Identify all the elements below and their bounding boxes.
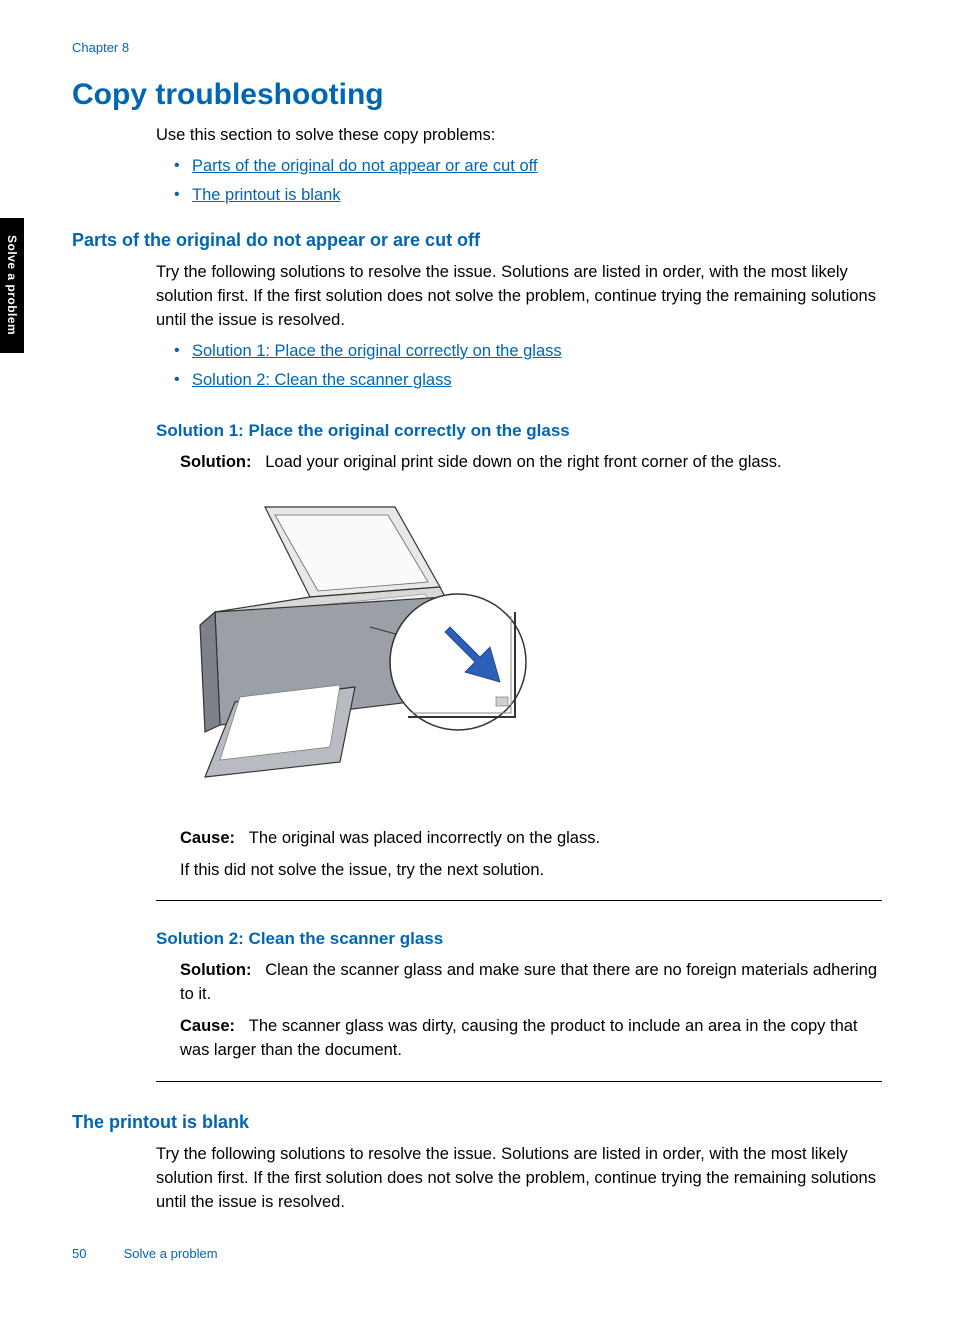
solution1-cause-line: Cause: The original was placed incorrect… <box>180 827 882 851</box>
side-tab-label: Solve a problem <box>5 235 19 335</box>
solution2-block: Solution: Clean the scanner glass and ma… <box>180 959 882 1063</box>
toc-link-parts-cut-off[interactable]: Parts of the original do not appear or a… <box>192 157 538 175</box>
section-heading-parts-cut-off: Parts of the original do not appear or a… <box>72 230 882 251</box>
solution1-solution-text: Load your original print side down on th… <box>265 453 781 471</box>
link-solution-1[interactable]: Solution 1: Place the original correctly… <box>192 342 562 360</box>
solution2-solution-text: Clean the scanner glass and make sure th… <box>180 961 877 1003</box>
intro-block: Use this section to solve these copy pro… <box>156 124 882 208</box>
printer-diagram-icon <box>180 497 530 797</box>
divider-2 <box>156 1081 882 1082</box>
section-heading-printout-blank: The printout is blank <box>72 1112 882 1133</box>
page-number: 50 <box>72 1246 120 1261</box>
solution-label: Solution: <box>180 453 251 471</box>
intro-text: Use this section to solve these copy pro… <box>156 124 882 148</box>
page-footer: 50 Solve a problem <box>72 1246 218 1261</box>
section1-intro: Try the following solutions to resolve t… <box>156 261 882 333</box>
page-title: Copy troubleshooting <box>72 78 882 112</box>
solution1-block: Solution: Load your original print side … <box>180 451 882 475</box>
footer-section: Solve a problem <box>124 1246 218 1261</box>
solution2-cause-line: Cause: The scanner glass was dirty, caus… <box>180 1015 882 1063</box>
divider-1 <box>156 900 882 901</box>
printer-illustration <box>180 497 530 797</box>
section2-intro: Try the following solutions to resolve t… <box>156 1143 882 1215</box>
solution-label-2: Solution: <box>180 961 251 979</box>
solution1-cause-block: Cause: The original was placed incorrect… <box>180 827 882 883</box>
solution1-solution-line: Solution: Load your original print side … <box>180 451 882 475</box>
link-solution-2[interactable]: Solution 2: Clean the scanner glass <box>192 371 452 389</box>
page-content: Copy troubleshooting Use this section to… <box>72 78 882 1221</box>
toc-link-printout-blank[interactable]: The printout is blank <box>192 186 341 204</box>
cause-label: Cause: <box>180 829 235 847</box>
side-tab: Solve a problem <box>0 218 24 353</box>
solution1-followup: If this did not solve the issue, try the… <box>180 859 882 883</box>
solution2-solution-line: Solution: Clean the scanner glass and ma… <box>180 959 882 1007</box>
cause-label-2: Cause: <box>180 1017 235 1035</box>
chapter-header: Chapter 8 <box>72 40 129 55</box>
solution2-cause-text: The scanner glass was dirty, causing the… <box>180 1017 858 1059</box>
solution1-heading: Solution 1: Place the original correctly… <box>156 421 882 441</box>
toc-link-list: Parts of the original do not appear or a… <box>156 154 882 208</box>
section2-intro-block: Try the following solutions to resolve t… <box>156 1143 882 1215</box>
solution1-cause-text: The original was placed incorrectly on t… <box>249 829 600 847</box>
section1-intro-block: Try the following solutions to resolve t… <box>156 261 882 393</box>
solution2-heading: Solution 2: Clean the scanner glass <box>156 929 882 949</box>
section1-link-list: Solution 1: Place the original correctly… <box>156 339 882 393</box>
